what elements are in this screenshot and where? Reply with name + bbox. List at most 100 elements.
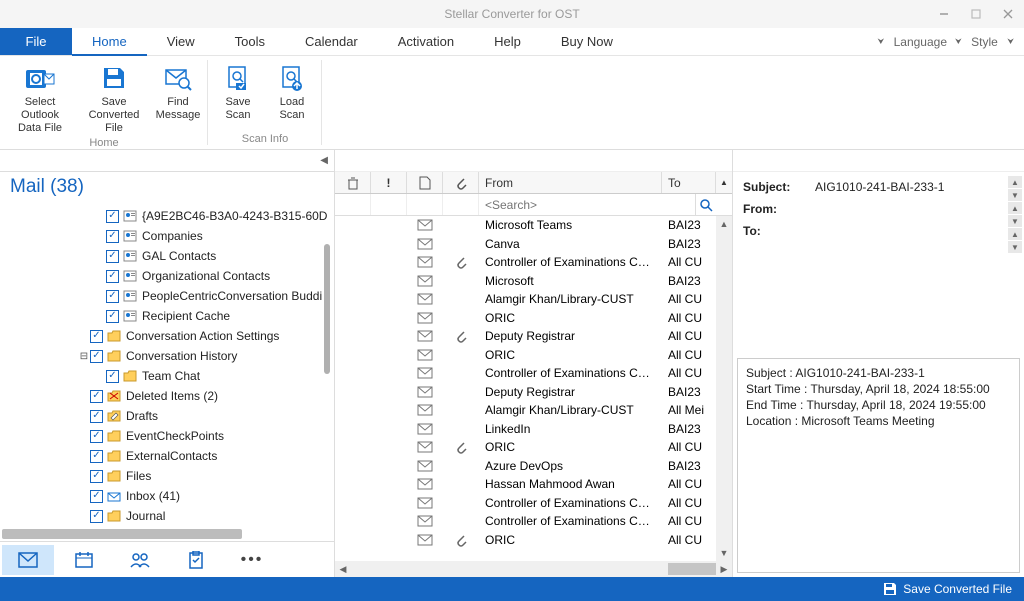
nav-contacts-button[interactable] xyxy=(114,545,166,575)
message-row[interactable]: Microsoft TeamsBAI23 xyxy=(335,216,732,235)
tab-home[interactable]: Home xyxy=(72,28,147,55)
col-to[interactable]: To xyxy=(662,172,716,193)
message-row[interactable]: ORICAll CU xyxy=(335,531,732,550)
message-row[interactable]: Controller of Examinations CU...All CU xyxy=(335,253,732,272)
tab-help[interactable]: Help xyxy=(474,28,541,55)
nav-more-button[interactable]: ••• xyxy=(226,545,278,575)
message-row[interactable]: CanvaBAI23 xyxy=(335,235,732,254)
col-sort[interactable]: ▲ xyxy=(716,172,732,193)
tree-checkbox[interactable] xyxy=(90,390,103,403)
tree-checkbox[interactable] xyxy=(90,510,103,523)
message-row[interactable]: MicrosoftBAI23 xyxy=(335,272,732,291)
col-type[interactable] xyxy=(407,172,443,193)
tree-checkbox[interactable] xyxy=(106,210,119,223)
message-row[interactable]: Hassan Mahmood AwanAll CU xyxy=(335,475,732,494)
contacts-icon xyxy=(122,269,138,283)
envelope-icon xyxy=(407,256,443,268)
tree-checkbox[interactable] xyxy=(106,250,119,263)
tree-node[interactable]: Inbox (41) xyxy=(0,486,334,506)
tree-checkbox[interactable] xyxy=(90,470,103,483)
tab-view[interactable]: View xyxy=(147,28,215,55)
tab-buy-now[interactable]: Buy Now xyxy=(541,28,633,55)
tree-scrollbar[interactable] xyxy=(324,244,330,374)
preview-header-scroll[interactable]: ▲▼▲▼▲▼ xyxy=(1008,176,1022,253)
col-from[interactable]: From xyxy=(479,172,662,193)
tab-calendar[interactable]: Calendar xyxy=(285,28,378,55)
col-delete[interactable] xyxy=(335,172,371,193)
tree-node[interactable]: GAL Contacts xyxy=(0,246,334,266)
tree-node[interactable]: ExternalContacts xyxy=(0,446,334,466)
tab-file[interactable]: File xyxy=(0,28,72,55)
envelope-icon xyxy=(407,515,443,527)
close-button[interactable] xyxy=(992,0,1024,28)
select-outlook-data-file-button[interactable]: Select Outlook Data File xyxy=(4,60,76,137)
collapse-left-icon[interactable]: ◀ xyxy=(320,155,328,166)
nav-tasks-button[interactable] xyxy=(170,545,222,575)
tree-node[interactable]: Deleted Items (2) xyxy=(0,386,334,406)
message-list[interactable]: Microsoft TeamsBAI23CanvaBAI23Controller… xyxy=(335,216,732,561)
col-importance[interactable]: ! xyxy=(371,172,407,193)
tree-node[interactable]: Journal xyxy=(0,506,334,526)
save-scan-button[interactable]: Save Scan xyxy=(212,60,264,124)
message-row[interactable]: Alamgir Khan/Library-CUSTAll Mei xyxy=(335,401,732,420)
preview-body-end: End Time : Thursday, April 18, 2024 19:5… xyxy=(746,397,1011,413)
maximize-button[interactable] xyxy=(960,0,992,28)
tree-checkbox[interactable] xyxy=(106,310,119,323)
message-row[interactable]: LinkedInBAI23 xyxy=(335,420,732,439)
language-menu[interactable]: ⮟ Language xyxy=(877,35,947,49)
message-row[interactable]: ORICAll CU xyxy=(335,309,732,328)
message-row[interactable]: ORICAll CU xyxy=(335,438,732,457)
tree-checkbox[interactable] xyxy=(106,370,119,383)
tree-node[interactable]: Companies xyxy=(0,226,334,246)
folder-tree[interactable]: {A9E2BC46-B3A0-4243-B315-60DCompaniesGAL… xyxy=(0,204,334,527)
tree-checkbox[interactable] xyxy=(106,290,119,303)
tree-node[interactable]: Conversation Action Settings xyxy=(0,326,334,346)
tree-checkbox[interactable] xyxy=(90,490,103,503)
tab-activation[interactable]: Activation xyxy=(378,28,474,55)
minimize-button[interactable] xyxy=(928,0,960,28)
message-row[interactable]: ORICAll CU xyxy=(335,346,732,365)
tab-tools[interactable]: Tools xyxy=(215,28,285,55)
tree-node[interactable]: Team Chat xyxy=(0,366,334,386)
nav-mail-button[interactable] xyxy=(2,545,54,575)
tree-node[interactable]: Files xyxy=(0,466,334,486)
list-vscrollbar[interactable]: ▲▼ xyxy=(716,216,732,561)
search-row xyxy=(335,194,732,216)
tree-node[interactable]: ⊟Conversation History xyxy=(0,346,334,366)
tree-node[interactable]: EventCheckPoints xyxy=(0,426,334,446)
tree-node[interactable]: {A9E2BC46-B3A0-4243-B315-60D xyxy=(0,206,334,226)
tree-hscrollbar[interactable] xyxy=(0,527,334,541)
tree-node[interactable]: PeopleCentricConversation Buddi xyxy=(0,286,334,306)
expand-icon[interactable]: ⊟ xyxy=(78,351,90,362)
app-title: Stellar Converter for OST xyxy=(444,7,579,21)
folder-icon xyxy=(106,449,122,463)
tree-node[interactable]: Organizational Contacts xyxy=(0,266,334,286)
tree-node[interactable]: Recipient Cache xyxy=(0,306,334,326)
tree-checkbox[interactable] xyxy=(106,270,119,283)
tree-checkbox[interactable] xyxy=(90,350,103,363)
style-menu[interactable]: ⮟ Style ⮟ xyxy=(955,35,1014,49)
message-row[interactable]: Deputy RegistrarAll CU xyxy=(335,327,732,346)
message-row[interactable]: Controller of Examinations CU...All CU xyxy=(335,494,732,513)
row-to: BAI23 xyxy=(662,459,716,473)
list-hscrollbar[interactable]: ◀▶ xyxy=(335,561,732,577)
message-row[interactable]: Azure DevOpsBAI23 xyxy=(335,457,732,476)
col-attachment[interactable] xyxy=(443,172,479,193)
load-scan-button[interactable]: Load Scan xyxy=(266,60,318,124)
tree-checkbox[interactable] xyxy=(90,330,103,343)
message-row[interactable]: Alamgir Khan/Library-CUSTAll CU xyxy=(335,290,732,309)
tree-checkbox[interactable] xyxy=(90,410,103,423)
tree-checkbox[interactable] xyxy=(90,430,103,443)
save-converted-file-button[interactable]: Save Converted File xyxy=(78,60,150,137)
tree-node[interactable]: Drafts xyxy=(0,406,334,426)
tree-checkbox[interactable] xyxy=(106,230,119,243)
status-save-button[interactable]: Save Converted File xyxy=(903,582,1012,596)
message-row[interactable]: Controller of Examinations CU...All CU xyxy=(335,364,732,383)
tree-checkbox[interactable] xyxy=(90,450,103,463)
find-message-button[interactable]: Find Message xyxy=(152,60,204,124)
search-button[interactable] xyxy=(696,194,716,215)
message-row[interactable]: Deputy RegistrarBAI23 xyxy=(335,383,732,402)
nav-calendar-button[interactable] xyxy=(58,545,110,575)
search-input[interactable] xyxy=(485,198,689,212)
message-row[interactable]: Controller of Examinations CU...All CU xyxy=(335,512,732,531)
